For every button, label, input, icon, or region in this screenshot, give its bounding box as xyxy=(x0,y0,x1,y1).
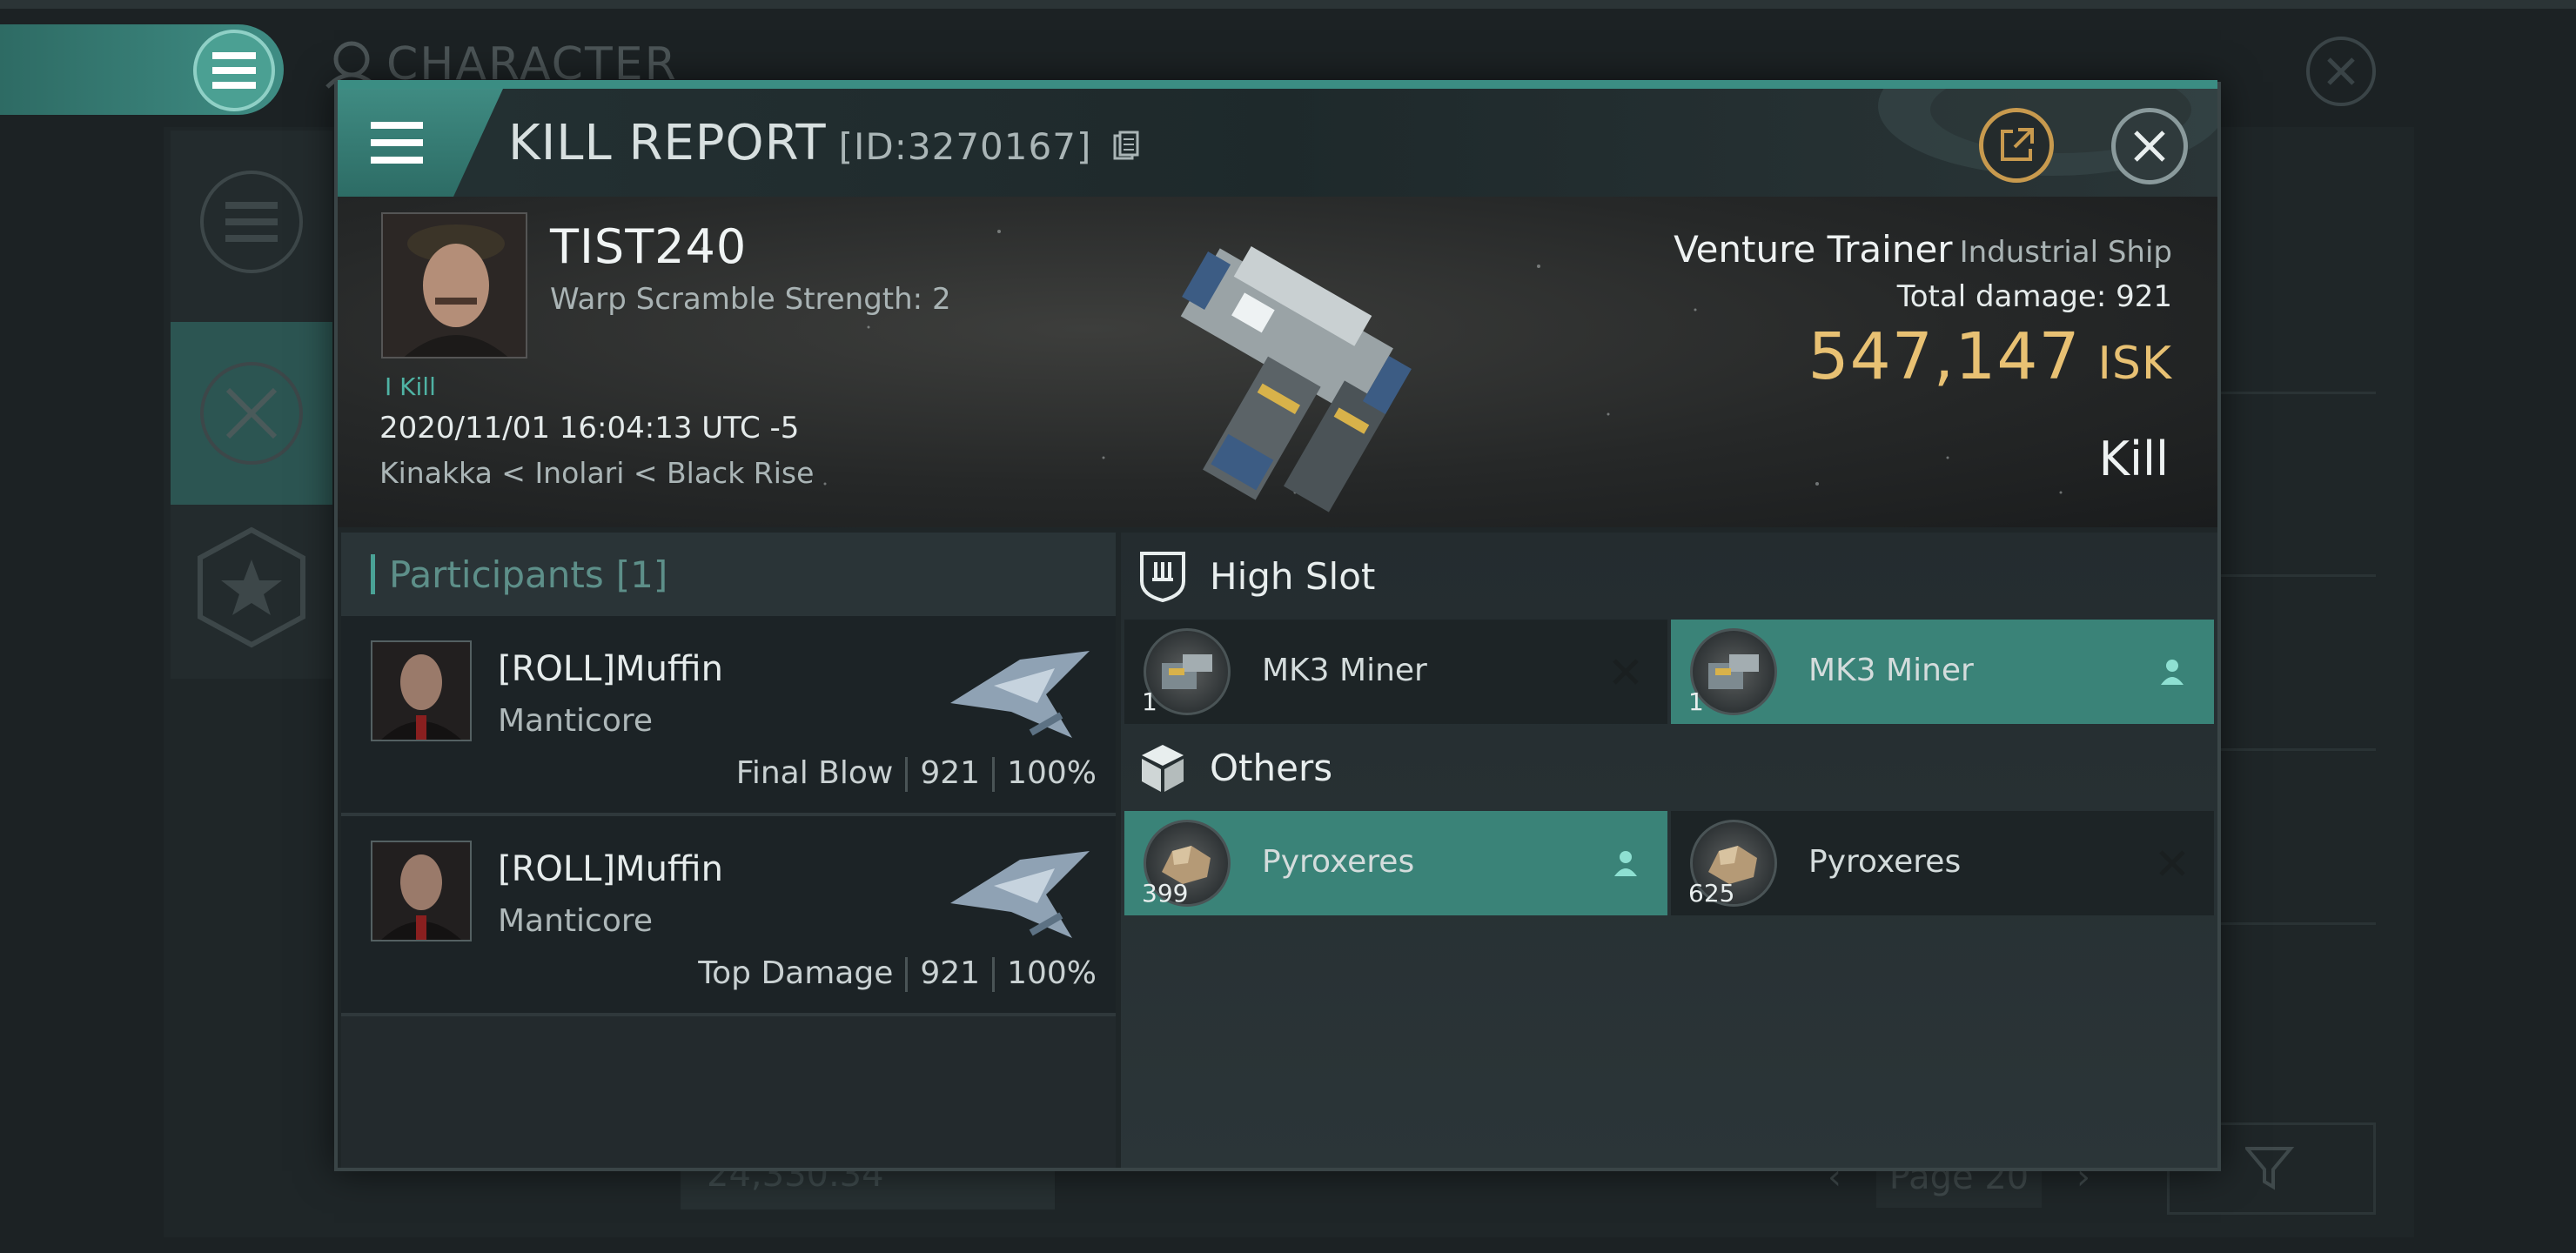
ship-info: Venture Trainer Industrial Ship Total dam… xyxy=(1674,228,2172,394)
participant-name[interactable]: [ROLL]Muffin xyxy=(498,649,723,689)
participant-percent: 100% xyxy=(1007,755,1097,791)
cargo-item[interactable]: 625 Pyroxeres xyxy=(1671,811,2214,915)
background-close-button[interactable] xyxy=(2306,37,2376,106)
isk-value: 547,147 xyxy=(1808,319,2081,394)
participant-name[interactable]: [ROLL]Muffin xyxy=(498,849,723,889)
modal-title: KILL REPORT [ID:3270167] xyxy=(508,115,1139,174)
participant-role: Top Damage xyxy=(698,955,894,991)
cargo-name: Pyroxeres xyxy=(1808,844,1962,880)
destroyed-icon xyxy=(1600,646,1652,698)
hamburger-icon xyxy=(371,122,423,164)
others-header: Others xyxy=(1138,724,1332,811)
cargo-name: Pyroxeres xyxy=(1262,844,1415,880)
top-edge-line xyxy=(0,0,2576,9)
kill-location: Kinakka < Inolari < Black Rise xyxy=(379,456,815,490)
report-id: [ID:3270167] xyxy=(838,125,1092,168)
isk-unit: ISK xyxy=(2097,338,2172,390)
modal-title-text: KILL REPORT xyxy=(508,115,827,171)
participant-avatar[interactable] xyxy=(371,640,472,741)
cube-icon xyxy=(1142,745,1184,792)
warp-scramble-strength: Warp Scramble Strength: 2 xyxy=(550,282,951,317)
close-icon xyxy=(2327,57,2355,85)
participant-ship-image xyxy=(950,651,1090,738)
close-button[interactable] xyxy=(2111,108,2188,184)
participant-role: Final Blow xyxy=(735,755,894,791)
participant-stats: Top Damage 921 100% xyxy=(698,955,1097,992)
participant-ship-image xyxy=(950,851,1090,938)
fitting-item[interactable]: 1 MK3 Miner xyxy=(1124,620,1667,724)
fitting-qty: 1 xyxy=(1142,687,1157,716)
high-slot-header: High Slot xyxy=(1138,533,1375,620)
participant-damage: 921 xyxy=(920,755,981,791)
ship-name: Venture Trainer xyxy=(1674,228,1953,271)
cargo-qty: 399 xyxy=(1142,879,1189,908)
high-slot-icon xyxy=(1140,552,1185,602)
total-damage-value: 921 xyxy=(2116,279,2172,314)
copy-id-icon[interactable] xyxy=(1113,117,1139,174)
list-icon xyxy=(225,202,278,242)
total-damage-label: Total damage: xyxy=(1896,279,2107,314)
sidebar-item-achievements[interactable] xyxy=(171,496,332,679)
total-damage: Total damage: 921 xyxy=(1674,279,2172,314)
filter-icon xyxy=(2245,1147,2295,1190)
kill-result: Kill xyxy=(2098,432,2169,486)
sidebar-item-list[interactable] xyxy=(171,131,332,313)
modal-header: KILL REPORT [ID:3270167] xyxy=(338,89,2217,197)
kill-report-modal: KILL REPORT [ID:3270167] TIST240 Warp Sc… xyxy=(334,80,2221,1171)
participants-label: Participants xyxy=(389,553,604,596)
modal-top-accent xyxy=(338,80,2217,89)
fitting-name: MK3 Miner xyxy=(1808,653,1974,688)
participant-stats: Final Blow 921 100% xyxy=(736,755,1097,792)
main-menu-button[interactable] xyxy=(193,30,275,111)
participant-ship: Manticore xyxy=(498,703,654,739)
kill-count: I Kill xyxy=(385,372,436,401)
victim-banner: TIST240 Warp Scramble Strength: 2 I Kill… xyxy=(338,197,2217,527)
crossed-swords-icon xyxy=(225,387,278,439)
close-icon xyxy=(2134,131,2165,162)
participants-accent-bar xyxy=(371,554,375,594)
participants-panel: Participants [1] [ROLL]Muffin Manticore … xyxy=(341,533,1116,1168)
victim-ship-image xyxy=(1180,246,1412,513)
ship-class: Industrial Ship xyxy=(1959,235,2172,270)
participants-header[interactable]: Participants [1] xyxy=(341,533,1116,616)
participant-ship: Manticore xyxy=(498,903,654,939)
sidebar-item-combat[interactable] xyxy=(171,322,332,505)
kill-datetime: 2020/11/01 16:04:13 UTC -5 xyxy=(379,411,800,446)
hamburger-icon xyxy=(212,52,256,89)
modal-menu-button[interactable] xyxy=(338,89,503,197)
fittings-panel: High Slot 1 MK3 Miner 1 MK3 Miner Others… xyxy=(1121,533,2217,1168)
background-sidebar xyxy=(171,131,332,679)
dropped-person-icon xyxy=(1600,837,1652,889)
participant-row[interactable]: [ROLL]Muffin Manticore Top Damage 921 100% xyxy=(341,816,1116,1016)
victim-name: TIST240 xyxy=(550,219,748,274)
fitting-name: MK3 Miner xyxy=(1262,653,1427,688)
high-slot-label: High Slot xyxy=(1210,554,1376,598)
share-icon xyxy=(2001,128,2034,161)
victim-portrait[interactable] xyxy=(381,212,527,358)
participant-avatar[interactable] xyxy=(371,841,472,941)
fitting-item[interactable]: 1 MK3 Miner xyxy=(1671,620,2214,724)
isk-value-row: 547,147 ISK xyxy=(1674,319,2172,394)
destroyed-icon xyxy=(2146,837,2198,889)
participant-row[interactable]: [ROLL]Muffin Manticore Final Blow 921 100% xyxy=(341,616,1116,816)
cargo-qty: 625 xyxy=(1688,879,1735,908)
dropped-person-icon xyxy=(2146,646,2198,698)
others-label: Others xyxy=(1210,746,1333,789)
participant-percent: 100% xyxy=(1007,955,1097,991)
participants-count: [1] xyxy=(615,553,668,596)
participant-damage: 921 xyxy=(920,955,981,991)
share-button[interactable] xyxy=(1979,108,2054,183)
star-hexagon-icon xyxy=(198,526,305,648)
cargo-item[interactable]: 399 Pyroxeres xyxy=(1124,811,1667,915)
fitting-qty: 1 xyxy=(1688,687,1704,716)
background-right-list xyxy=(2219,261,2376,1131)
